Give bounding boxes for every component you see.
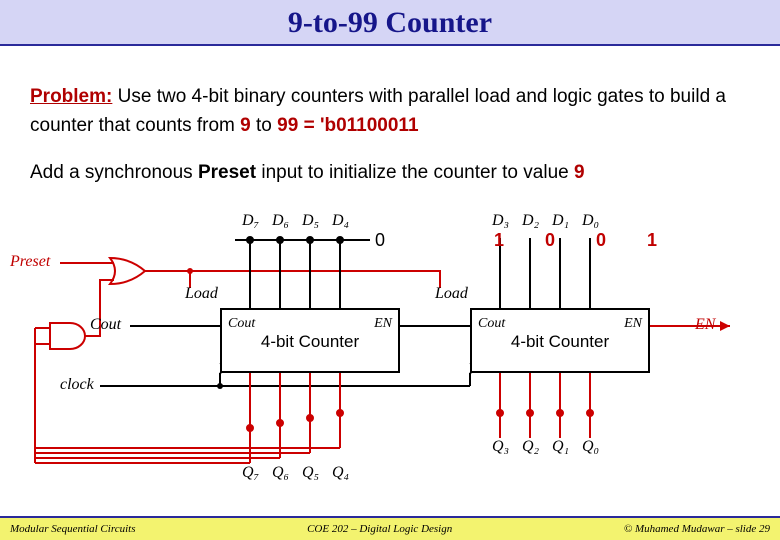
d7: D₇ — [242, 212, 259, 230]
page-title: 9-to-99 Counter — [0, 6, 780, 40]
q6: Q₆ — [272, 464, 289, 482]
d0: D₀ — [582, 212, 599, 230]
d2: D₂ — [522, 212, 539, 230]
counter-label: 4-bit Counter — [511, 332, 609, 351]
d3: D₃ — [492, 212, 509, 230]
or-gate-icon — [110, 258, 145, 284]
arrow-icon — [720, 321, 730, 331]
node-dot — [187, 268, 193, 274]
d6: D₆ — [272, 212, 289, 230]
q-wires-right — [497, 373, 593, 438]
preset-val: 9 — [574, 162, 585, 183]
preset-word: Preset — [198, 162, 256, 183]
and-gate-icon — [50, 323, 85, 349]
q4: Q₄ — [332, 464, 349, 482]
load-left: Load — [185, 285, 218, 303]
en-pin: EN — [624, 316, 642, 332]
problem-paragraph: Problem: Use two 4-bit binary counters w… — [30, 83, 750, 140]
preset-paragraph: Add a synchronous Preset input to initia… — [30, 159, 750, 188]
footer-right: © Muhamed Mudawar – slide 29 — [624, 523, 770, 535]
bits-low: 1 0 0 1 — [494, 230, 675, 251]
counter-label: 4-bit Counter — [261, 332, 359, 351]
q2: Q₂ — [522, 438, 539, 456]
wire — [190, 271, 440, 288]
zero-label: 0 — [375, 230, 385, 251]
cout-ext: Cout — [90, 316, 121, 334]
to-word: to — [251, 115, 277, 136]
preset-s2: input to initialize the counter to value — [256, 162, 574, 183]
nine: 9 — [240, 115, 251, 136]
footer-center: COE 202 – Digital Logic Design — [307, 523, 452, 535]
d4: D₄ — [332, 212, 349, 230]
q0: Q₀ — [582, 438, 599, 456]
circuit-diagram: Cout EN 4-bit Counter Cout EN 4-bit Coun… — [30, 208, 750, 488]
problem-block: Problem: Use two 4-bit binary counters w… — [0, 46, 780, 188]
wire — [145, 271, 190, 288]
load-right: Load — [435, 285, 468, 303]
cout-pin: Cout — [228, 316, 255, 332]
d5: D₅ — [302, 212, 319, 230]
counter-right: Cout EN 4-bit Counter — [470, 308, 650, 373]
d-wires-left — [235, 237, 370, 308]
en-ext: EN — [695, 316, 715, 334]
preset-s1: Add a synchronous — [30, 162, 198, 183]
d1: D₁ — [552, 212, 569, 230]
preset-label: Preset — [10, 253, 50, 271]
q1: Q₁ — [552, 438, 569, 456]
cout-pin: Cout — [478, 316, 505, 332]
node-dot — [217, 383, 223, 389]
q3: Q₃ — [492, 438, 509, 456]
footer-left: Modular Sequential Circuits — [10, 523, 135, 535]
problem-label: Problem: — [30, 86, 112, 107]
footer: Modular Sequential Circuits COE 202 – Di… — [0, 516, 780, 540]
counter-left: Cout EN 4-bit Counter — [220, 308, 400, 373]
title-bar: 9-to-99 Counter — [0, 0, 780, 46]
q7: Q₇ — [242, 464, 259, 482]
q5: Q₅ — [302, 464, 319, 482]
ninetynine: 99 = 'b01100011 — [277, 115, 418, 136]
en-pin: EN — [374, 316, 392, 332]
clock-label: clock — [60, 376, 94, 394]
